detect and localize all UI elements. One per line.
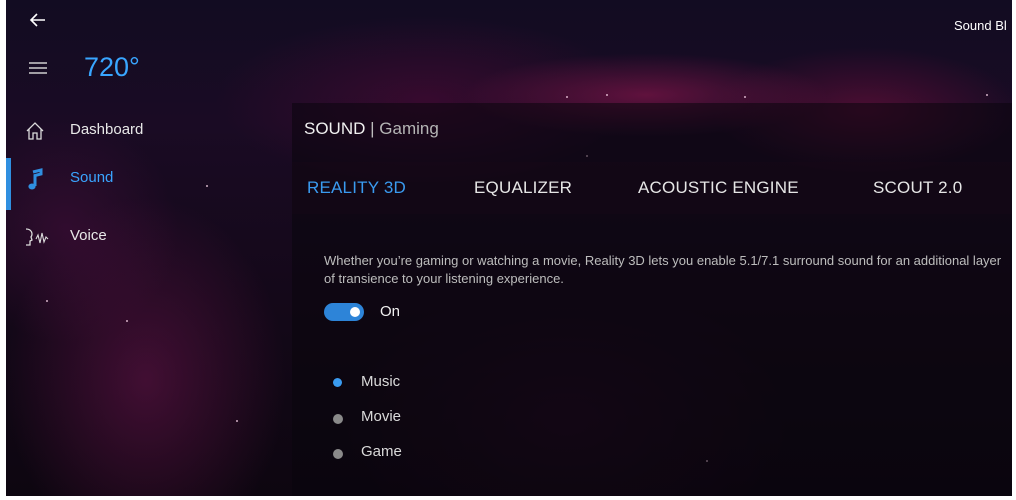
window-frame xyxy=(0,0,1016,500)
